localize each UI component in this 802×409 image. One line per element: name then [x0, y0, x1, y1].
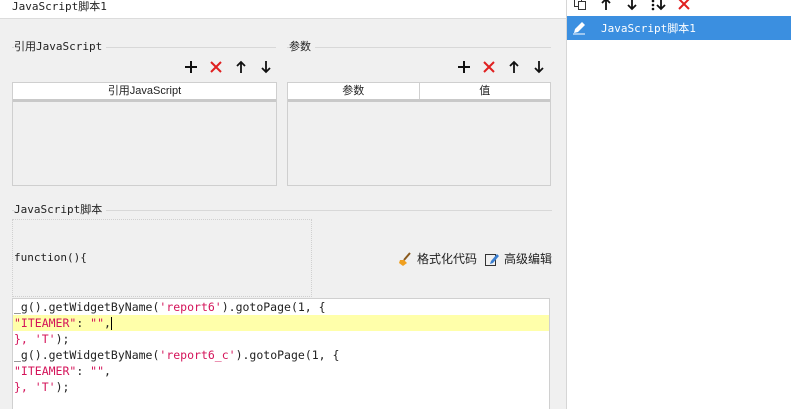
params-section-title: 参数: [289, 40, 315, 54]
tab-header: JavaScript脚本1: [0, 0, 566, 19]
tab-title[interactable]: JavaScript脚本1: [12, 0, 107, 13]
code-token: ,: [104, 316, 111, 330]
code-line-3: }, 'T');: [13, 331, 549, 347]
refs-table[interactable]: 引用JavaScript: [12, 82, 277, 186]
code-line-1: _g().getWidgetByName('report6').gotoPage…: [13, 299, 549, 315]
params-table[interactable]: 参数 值: [287, 82, 551, 186]
params-col-value[interactable]: 值: [420, 83, 551, 99]
code-token: );: [55, 332, 70, 346]
code-string: 'T': [34, 332, 56, 346]
params-table-header: 参数 值: [288, 83, 550, 102]
code-line-4: _g().getWidgetByName('report6_c').gotoPa…: [13, 347, 549, 363]
copy-icon[interactable]: [572, 0, 588, 12]
code-string: 'report6': [159, 300, 222, 314]
format-code-label: 格式化代码: [417, 252, 478, 266]
code-token: _g().getWidgetByName(: [14, 300, 160, 314]
code-token: ).gotoPage(1, {: [221, 300, 326, 314]
code-line-5: "ITEAMER": "",: [13, 363, 549, 379]
code-string: "ITEAMER": [14, 364, 77, 378]
script-section-title: JavaScript脚本: [14, 203, 107, 217]
text-caret: [110, 317, 112, 330]
plus-icon[interactable]: [183, 59, 199, 75]
red-x-icon[interactable]: [208, 59, 224, 75]
code-string: "": [90, 316, 105, 330]
refs-section-title: 引用JavaScript: [14, 40, 107, 54]
list-toolbar: [572, 0, 692, 12]
refs-col-header[interactable]: 引用JavaScript: [13, 83, 276, 99]
advanced-edit-button[interactable]: 高级编辑: [484, 250, 552, 267]
code-string: "ITEAMER": [14, 316, 77, 330]
code-token: );: [55, 380, 70, 394]
function-label: function(){: [14, 251, 87, 264]
params-toolbar: [456, 59, 547, 75]
advanced-edit-label: 高级编辑: [504, 252, 553, 266]
plus-icon[interactable]: [456, 59, 472, 75]
list-item[interactable]: JavaScript脚本1: [567, 16, 791, 40]
code-token: :: [76, 364, 91, 378]
code-token: ,: [104, 364, 111, 378]
list-item-label: JavaScript脚本1: [601, 22, 696, 35]
refs-toolbar: [183, 59, 274, 75]
code-token: _g().getWidgetByName(: [14, 348, 160, 362]
sort-down-icon[interactable]: [650, 0, 666, 12]
params-divider: [287, 47, 551, 48]
code-string: 'report6_c': [159, 348, 236, 362]
arrow-down-icon[interactable]: [531, 59, 547, 75]
code-token: ).gotoPage(1, {: [235, 348, 340, 362]
arrow-down-icon[interactable]: [258, 59, 274, 75]
code-line-2: "ITEAMER": "",: [13, 315, 549, 331]
code-string: "": [90, 364, 105, 378]
edit-doc-icon: [485, 253, 499, 266]
pencil-icon: [567, 16, 591, 40]
arrow-up-icon[interactable]: [233, 59, 249, 75]
code-line-6: }, 'T');: [13, 379, 549, 395]
editor-pane: JavaScript脚本1 引用JavaScript 引用JavaScript …: [0, 0, 566, 409]
code-editor[interactable]: _g().getWidgetByName('report6').gotoPage…: [12, 298, 550, 409]
red-x-icon[interactable]: [481, 59, 497, 75]
code-token: },: [14, 332, 35, 346]
code-string: 'T': [34, 380, 56, 394]
params-col-name[interactable]: 参数: [288, 83, 420, 99]
arrow-up-icon[interactable]: [598, 0, 614, 12]
broom-icon: [399, 251, 411, 266]
refs-table-header: 引用JavaScript: [13, 83, 276, 102]
script-list-pane: JavaScript脚本1: [566, 0, 802, 409]
arrow-down-icon[interactable]: [624, 0, 640, 12]
arrow-up-icon[interactable]: [506, 59, 522, 75]
red-x-icon[interactable]: [676, 0, 692, 12]
code-token: },: [14, 380, 35, 394]
code-token: :: [76, 316, 91, 330]
format-code-button[interactable]: 格式化代码: [397, 250, 477, 267]
